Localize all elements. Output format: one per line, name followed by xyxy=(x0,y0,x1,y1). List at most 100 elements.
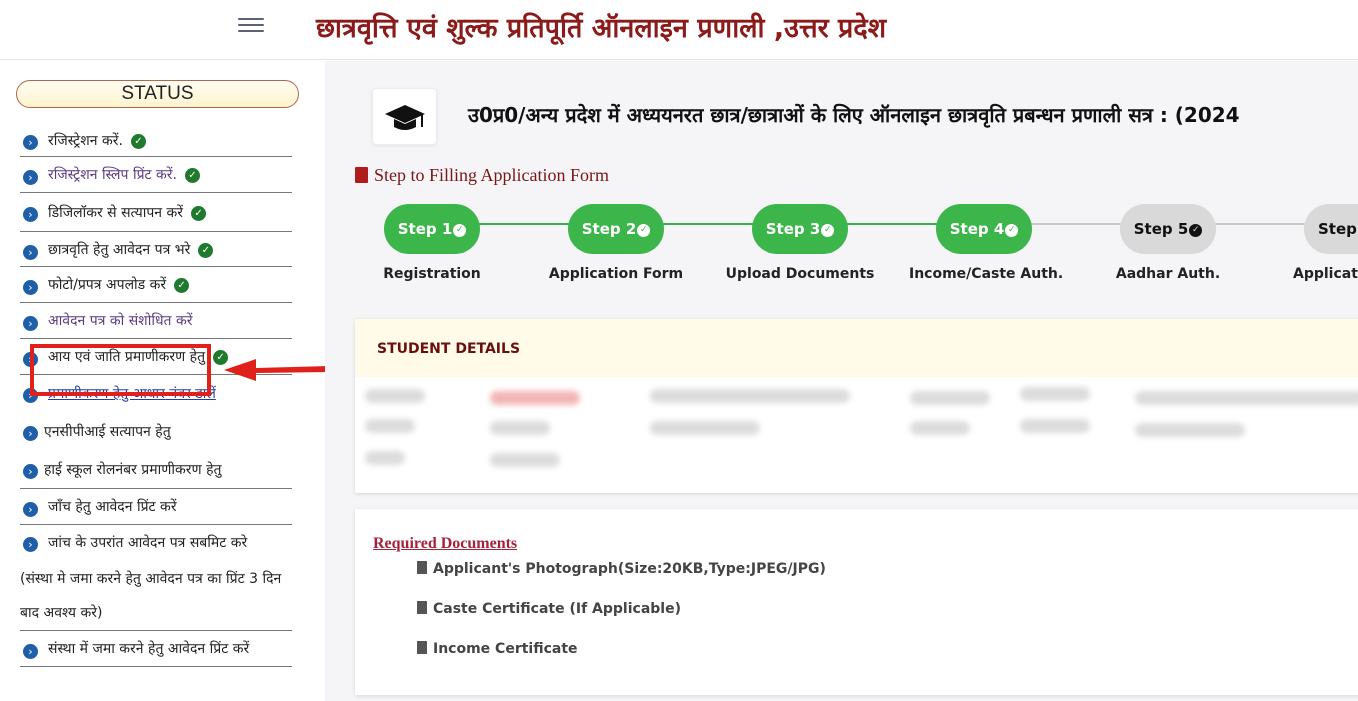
sidebar-item-label: फोटो/प्रपत्र अपलोड करें xyxy=(48,277,167,293)
chevron-circle-right-icon: › xyxy=(23,388,38,403)
steps-title-text: Step to Filling Application Form xyxy=(374,165,610,185)
required-doc-item: Income Certificate xyxy=(417,641,578,657)
sidebar-item-label: एनसीपीआई सत्यापन हेतु xyxy=(44,424,171,440)
check-circle-icon: ✓ xyxy=(191,206,207,221)
redacted-field xyxy=(490,391,580,405)
sidebar-item-label: छात्रवृति हेतु आवेदन पत्र भरे xyxy=(48,242,191,258)
sidebar-item-print-slip[interactable]: › रजिस्ट्रेशन स्लिप प्रिंट करें. ✓ xyxy=(20,157,292,193)
chevron-circle-right-icon: › xyxy=(23,537,38,552)
chevron-circle-right-icon: › xyxy=(23,135,38,150)
sidebar-item-modify[interactable]: › आवेदन पत्र को संशोधित करें xyxy=(20,303,292,339)
progress-line-complete xyxy=(425,223,985,225)
file-icon xyxy=(417,601,427,614)
chevron-circle-right-icon: › xyxy=(23,245,38,260)
top-header: छात्रवृत्ति एवं शुल्क प्रतिपूर्ति ऑनलाइन… xyxy=(0,0,1358,60)
check-circle-icon: ✓ xyxy=(198,243,214,258)
check-circle-icon: ✓ xyxy=(637,224,651,237)
required-doc-label: Caste Certificate (If Applicable) xyxy=(433,601,681,617)
step-pill-label: Step 2 xyxy=(581,220,637,238)
check-circle-icon: ✓ xyxy=(184,168,200,183)
redacted-field xyxy=(650,421,760,435)
main-content: उ0प्र0/अन्य प्रदेश में अध्ययनरत छात्र/छा… xyxy=(325,61,1358,701)
sidebar-item-label: आवेदन पत्र को संशोधित करें xyxy=(48,313,193,329)
step-6-pill[interactable]: Step xyxy=(1304,204,1358,254)
redacted-field xyxy=(1135,423,1245,437)
step-pill-label: Step 1 xyxy=(397,220,453,238)
check-circle-icon: ✓ xyxy=(453,224,467,237)
check-circle-icon: ✓ xyxy=(130,134,146,149)
redacted-field xyxy=(910,391,990,405)
chevron-circle-right-icon: › xyxy=(23,644,38,659)
portal-heading: उ0प्र0/अन्य प्रदेश में अध्ययनरत छात्र/छा… xyxy=(468,103,1240,127)
file-icon xyxy=(355,167,368,183)
sidebar-item-digilocker[interactable]: › डिजिलॉकर से सत्यापन करें ✓ xyxy=(20,193,292,232)
sidebar-item-label: जाँच हेतु आवेदन प्रिंट करें xyxy=(48,499,177,515)
sidebar-item-label: जांच के उपरांत आवेदन पत्र सबमिट करे xyxy=(48,535,248,551)
steps-title: Step to Filling Application Form xyxy=(355,165,609,186)
chevron-circle-right-icon: › xyxy=(23,464,38,479)
red-arrow-annotation xyxy=(224,359,330,381)
required-doc-label: Income Certificate xyxy=(433,641,578,657)
sidebar-item-label: संस्था में जमा करने हेतु आवेदन प्रिंट कर… xyxy=(48,641,250,657)
site-title: छात्रवृत्ति एवं शुल्क प्रतिपूर्ति ऑनलाइन… xyxy=(316,13,887,44)
check-circle-icon: ✓ xyxy=(174,278,190,293)
step-2-label: Application Form xyxy=(548,266,684,282)
required-doc-label: Applicant's Photograph(Size:20KB,Type:JP… xyxy=(433,561,826,577)
chevron-circle-right-icon: › xyxy=(23,207,38,222)
file-icon xyxy=(417,561,427,574)
required-doc-item: Caste Certificate (If Applicable) xyxy=(417,601,681,617)
chevron-circle-right-icon: › xyxy=(23,316,38,331)
sidebar-item-upload[interactable]: › फोटो/प्रपत्र अपलोड करें ✓ xyxy=(20,267,292,303)
required-documents-title[interactable]: Required Documents xyxy=(373,535,517,553)
step-pill-label: Step 4 xyxy=(949,220,1005,238)
step-4-pill[interactable]: Step 4 ✓ xyxy=(936,204,1032,254)
step-4-label: Income/Caste Auth. xyxy=(909,266,1064,282)
chevron-circle-right-icon: › xyxy=(23,170,38,185)
check-circle-icon: ✓ xyxy=(1189,224,1203,237)
sidebar-item-registration[interactable]: › रजिस्ट्रेशन करें. ✓ xyxy=(20,126,292,157)
sidebar-item-label: आय एवं जाति प्रमाणीकरण हेतु xyxy=(48,349,206,365)
sidebar-item-label: रजिस्ट्रेशन करें. xyxy=(48,133,123,149)
redacted-field xyxy=(490,453,560,467)
step-pill-label: Step 5 xyxy=(1133,220,1189,238)
step-3-pill[interactable]: Step 3 ✓ xyxy=(752,204,848,254)
check-circle-icon: ✓ xyxy=(821,224,835,237)
step-6-label: Applicati xyxy=(1293,266,1358,282)
redacted-field xyxy=(365,389,425,403)
sidebar-item-application-form[interactable]: › छात्रवृति हेतु आवेदन पत्र भरे ✓ xyxy=(20,232,292,267)
sidebar-item-label: हाई स्कूल रोलनंबर प्रमाणीकरण हेतु xyxy=(44,462,222,478)
check-circle-icon: ✓ xyxy=(1005,224,1019,237)
status-header: STATUS xyxy=(16,80,299,108)
student-details-card: STUDENT DETAILS xyxy=(355,319,1358,493)
sidebar-item-label: रजिस्ट्रेशन स्लिप प्रिंट करें. xyxy=(48,167,177,183)
redacted-field xyxy=(910,421,970,435)
sidebar-item-label: डिजिलॉकर से सत्यापन करें xyxy=(48,205,184,221)
sidebar-item-submit[interactable]: › जांच के उपरांत आवेदन पत्र सबमिट करे (स… xyxy=(20,525,292,631)
step-pill-label: Step xyxy=(1318,220,1357,238)
sidebar-item-roll-number[interactable]: › हाई स्कूल रोलनंबर प्रमाणीकरण हेतु xyxy=(20,451,292,489)
sidebar-item-npci[interactable]: › एनसीपीआई सत्यापन हेतु xyxy=(20,411,292,451)
chevron-circle-right-icon: › xyxy=(23,280,38,295)
redacted-field xyxy=(1020,387,1090,401)
step-5-pill[interactable]: Step 5 ✓ xyxy=(1120,204,1216,254)
step-2-pill[interactable]: Step 2 ✓ xyxy=(568,204,664,254)
redacted-field xyxy=(365,451,405,465)
redacted-field xyxy=(1020,419,1090,433)
redacted-field xyxy=(490,421,550,435)
redacted-field xyxy=(1135,391,1358,405)
chevron-circle-right-icon: › xyxy=(23,426,38,441)
graduation-cap-icon xyxy=(372,88,437,145)
redacted-field xyxy=(650,389,850,403)
step-1-label: Registration xyxy=(383,266,481,282)
sidebar-item-institution-print[interactable]: › संस्था में जमा करने हेतु आवेदन प्रिंट … xyxy=(20,631,292,667)
chevron-circle-right-icon: › xyxy=(23,352,38,367)
step-1-pill[interactable]: Step 1 ✓ xyxy=(384,204,480,254)
sidebar-item-print-verify[interactable]: › जाँच हेतु आवेदन प्रिंट करें xyxy=(20,489,292,525)
chevron-circle-right-icon: › xyxy=(23,502,38,517)
redacted-field xyxy=(365,419,415,433)
step-3-label: Upload Documents xyxy=(725,266,875,282)
student-details-header: STUDENT DETAILS xyxy=(355,319,1358,377)
menu-icon[interactable] xyxy=(238,14,268,36)
student-details-title: STUDENT DETAILS xyxy=(377,341,521,357)
step-5-label: Aadhar Auth. xyxy=(1115,266,1221,282)
